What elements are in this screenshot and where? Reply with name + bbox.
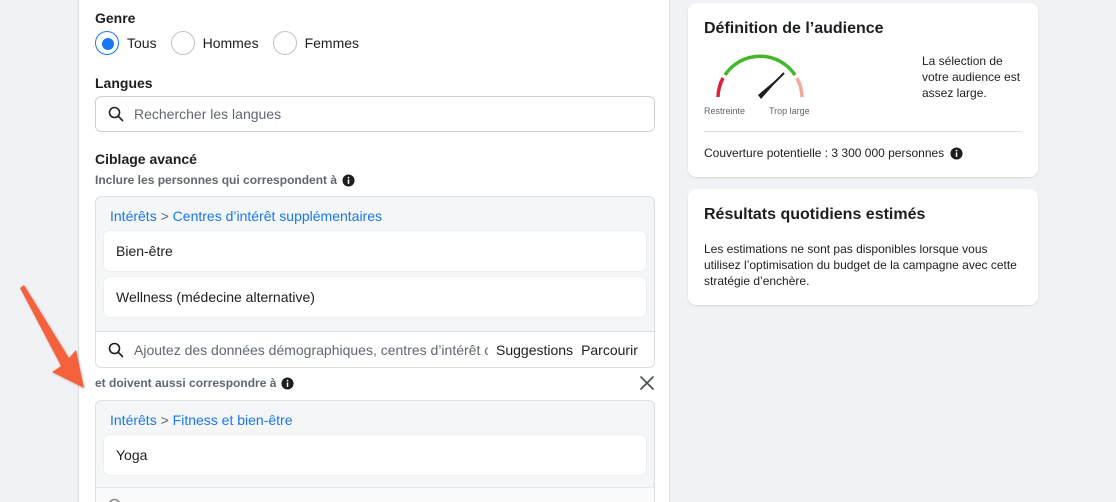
info-icon[interactable]	[281, 376, 294, 390]
interest-item[interactable]: Wellness (médecine alternative)	[104, 277, 646, 317]
potential-reach: Couverture potentielle : 3 300 000 perso…	[704, 146, 945, 160]
breadcrumb-interests-link[interactable]: Intérêts	[110, 208, 157, 224]
gender-option-men[interactable]: Hommes	[170, 31, 259, 55]
results-description: Les estimations ne sont pas disponibles …	[704, 242, 1017, 288]
gender-option-all-label: Tous	[127, 35, 157, 51]
search-icon	[108, 106, 124, 122]
annotation-arrow-icon	[20, 285, 84, 388]
results-card-title: Résultats quotidiens estimés	[704, 206, 926, 223]
include-label: Inclure les personnes qui correspondent …	[95, 173, 338, 187]
advanced-targeting-label: Ciblage avancé	[95, 151, 197, 167]
group1-breadcrumb: Intérêts > Centres d’intérêt supplémenta…	[110, 208, 382, 224]
browse-button[interactable]: Parcourir	[581, 342, 638, 358]
targeting-group-narrow: Intérêts > Fitness et bien-être Yoga	[95, 400, 655, 502]
gender-option-all[interactable]: Tous	[95, 31, 157, 55]
gender-option-women[interactable]: Femmes	[272, 31, 360, 55]
card-divider	[704, 131, 1022, 132]
breadcrumb-separator: >	[160, 412, 169, 428]
targeting-panel: Genre Tous Hommes Femmes Langues Ciblage…	[78, 0, 670, 502]
audience-description: La sélection de votre audience est assez…	[922, 54, 1021, 100]
group2-search-partial[interactable]	[96, 487, 654, 502]
gauge-max-label: Trop large	[769, 106, 810, 116]
daily-results-card: Résultats quotidiens estimés Les estimat…	[688, 189, 1038, 305]
breadcrumb-separator: >	[160, 208, 169, 224]
targeting-group-include: Intérêts > Centres d’intérêt supplémenta…	[95, 196, 655, 368]
interest-item[interactable]: Yoga	[104, 435, 646, 475]
group2-breadcrumb: Intérêts > Fitness et bien-être	[110, 412, 293, 428]
radio-women[interactable]	[272, 31, 297, 55]
gender-radio-group: Tous Hommes Femmes	[95, 31, 373, 55]
interest-item[interactable]: Bien-être	[104, 231, 646, 271]
gender-label: Genre	[95, 10, 136, 26]
narrow-label: et doivent aussi correspondre à	[95, 376, 277, 390]
gauge-min-label: Restreinte	[704, 106, 746, 116]
languages-search[interactable]	[95, 96, 655, 132]
gender-option-men-label: Hommes	[202, 35, 259, 51]
breadcrumb-category-link[interactable]: Centres d’intérêt supplémentaires	[173, 208, 382, 224]
close-icon[interactable]	[638, 374, 656, 392]
radio-all[interactable]	[95, 31, 119, 55]
narrow-label-row: et doivent aussi correspondre à	[95, 376, 294, 390]
audience-definition-card: Définition de l’audience Restreinte Trop…	[688, 3, 1038, 177]
gender-option-women-label: Femmes	[304, 35, 360, 51]
include-label-row: Inclure les personnes qui correspondent …	[95, 173, 355, 187]
suggestions-button[interactable]: Suggestions	[496, 342, 573, 358]
group1-search[interactable]: Ajoutez des données démographiques, cent…	[96, 331, 654, 367]
languages-search-input[interactable]	[134, 106, 614, 122]
breadcrumb-interests-link[interactable]: Intérêts	[110, 412, 157, 428]
audience-gauge	[716, 54, 804, 99]
radio-men[interactable]	[170, 31, 195, 55]
info-icon[interactable]	[950, 146, 963, 160]
search-icon	[109, 498, 120, 502]
audience-card-title: Définition de l’audience	[704, 20, 884, 37]
languages-label: Langues	[95, 75, 153, 91]
info-icon[interactable]	[342, 173, 355, 187]
breadcrumb-category-link[interactable]: Fitness et bien-être	[173, 412, 293, 428]
reach-row: Couverture potentielle : 3 300 000 perso…	[704, 145, 963, 161]
search-icon	[108, 342, 124, 357]
group1-search-placeholder[interactable]: Ajoutez des données démographiques, cent…	[134, 342, 488, 358]
